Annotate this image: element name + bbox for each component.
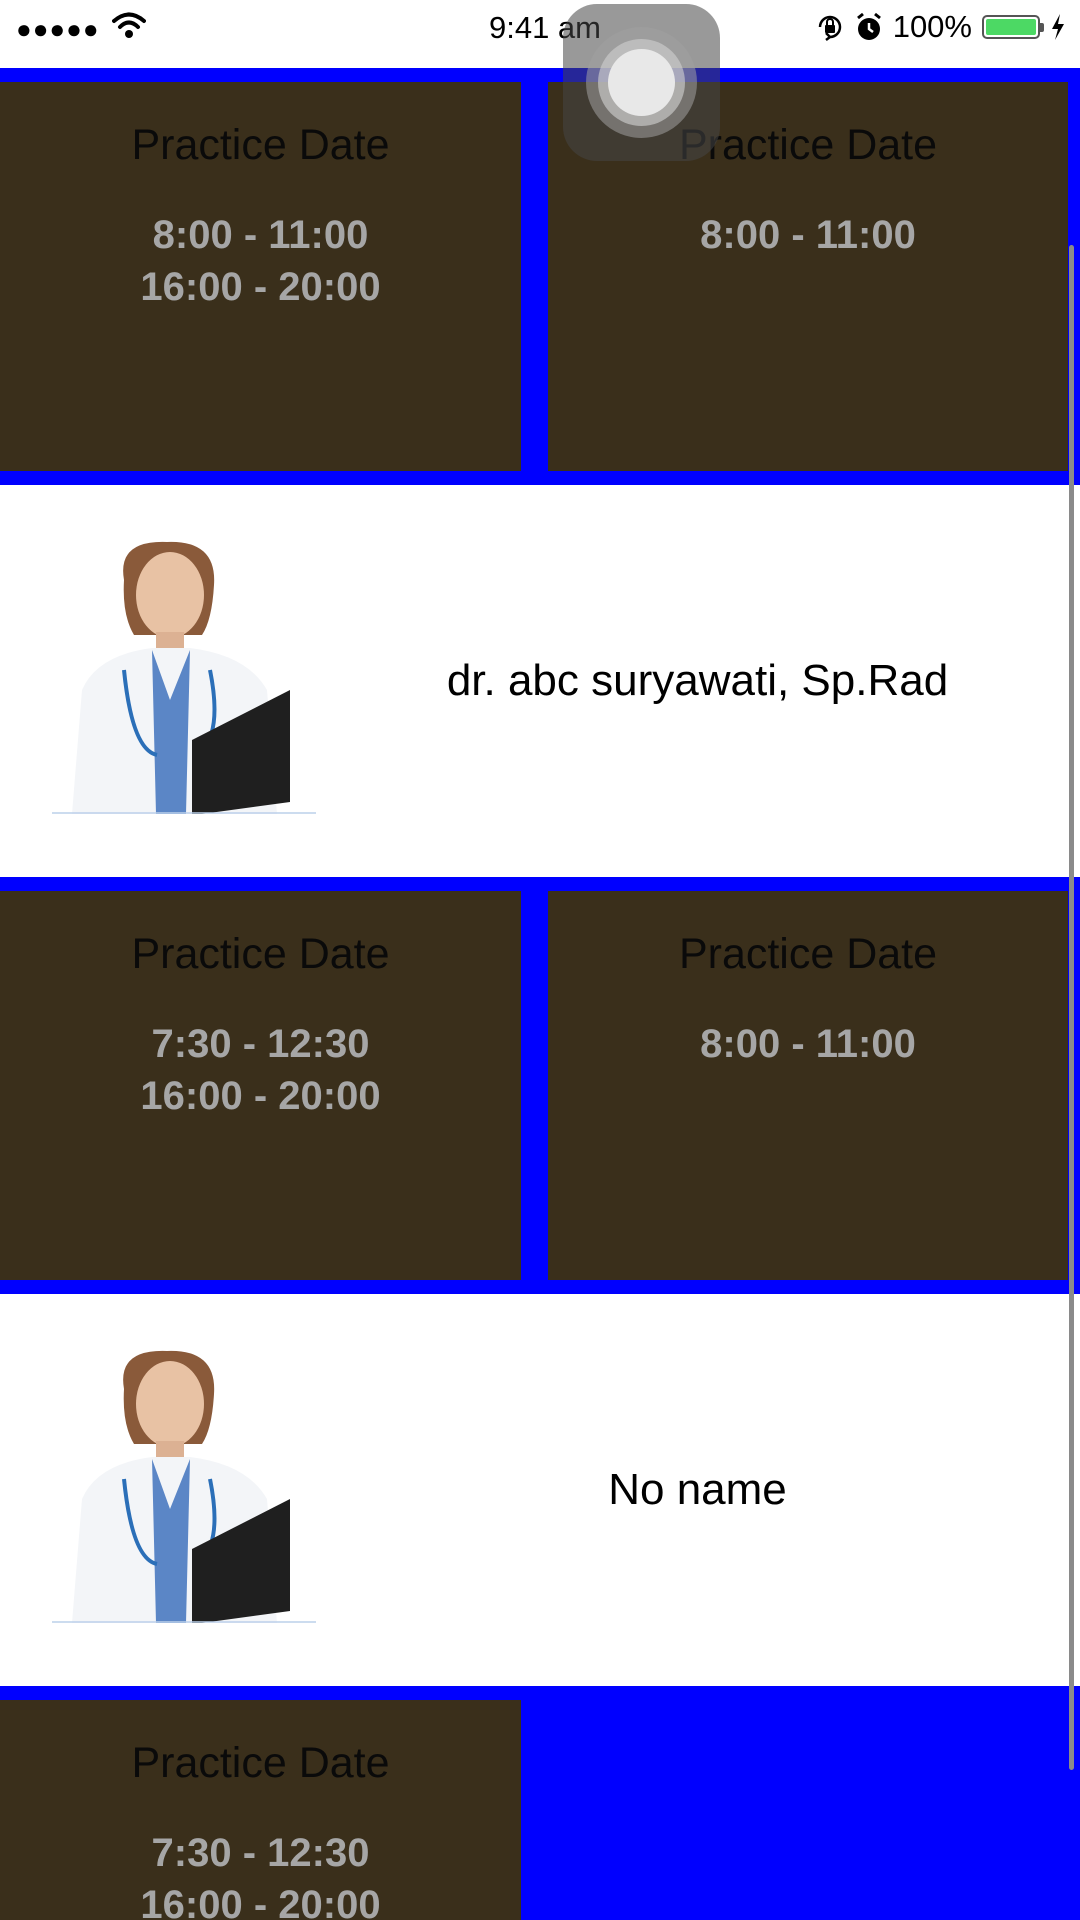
practice-date-title: Practice Date bbox=[131, 1739, 390, 1787]
doctor-name: dr. abc suryawati, Sp.Rad bbox=[446, 656, 949, 705]
alarm-icon bbox=[856, 12, 881, 40]
practice-time: 7:30 - 12:30 bbox=[151, 1831, 370, 1876]
schedule-row: Practice Date 8:00 - 11:00 16:00 - 20:00… bbox=[0, 68, 1080, 485]
practice-card[interactable]: Practice Date 7:30 - 12:30 16:00 - 20:00 bbox=[0, 891, 521, 1280]
rotation-lock-icon bbox=[818, 15, 841, 41]
practice-card[interactable]: Practice Date 8:00 - 11:00 16:00 - 20:00 bbox=[0, 82, 521, 471]
practice-time: 16:00 - 20:00 bbox=[140, 1883, 381, 1920]
practice-date-title: Practice Date bbox=[131, 121, 390, 169]
practice-date-title: Practice Date bbox=[678, 930, 938, 978]
practice-time: 16:00 - 20:00 bbox=[140, 265, 381, 310]
schedule-row: Practice Date 7:30 - 12:30 16:00 - 20:00 bbox=[0, 1686, 1080, 1920]
scroll-indicator[interactable] bbox=[1069, 245, 1074, 1770]
assistive-touch-button[interactable] bbox=[563, 4, 720, 161]
doctor-photo bbox=[52, 1349, 316, 1623]
doctor-row[interactable]: dr. abc suryawati, Sp.Rad bbox=[0, 485, 1080, 877]
doctor-name: No name bbox=[608, 1465, 787, 1514]
practice-time: 8:00 - 11:00 bbox=[700, 213, 916, 258]
practice-time: 16:00 - 20:00 bbox=[140, 1074, 381, 1119]
practice-time: 7:30 - 12:30 bbox=[151, 1022, 370, 1067]
charging-bolt-icon bbox=[1052, 14, 1064, 40]
doctor-row[interactable]: No name bbox=[0, 1294, 1080, 1686]
status-bar: ●●●●● 9:41 am 100% bbox=[0, 0, 1080, 68]
schedule-row: Practice Date 7:30 - 12:30 16:00 - 20:00… bbox=[0, 877, 1080, 1294]
battery-percent: 100% bbox=[892, 9, 972, 44]
practice-card[interactable]: Practice Date 8:00 - 11:00 bbox=[548, 891, 1068, 1280]
battery-fill bbox=[986, 19, 1036, 35]
battery-icon bbox=[982, 15, 1044, 39]
practice-card[interactable]: Practice Date 7:30 - 12:30 16:00 - 20:00 bbox=[0, 1700, 521, 1920]
practice-time: 8:00 - 11:00 bbox=[152, 213, 369, 258]
status-right: 100% bbox=[815, 9, 1066, 44]
practice-time: 8:00 - 11:00 bbox=[700, 1022, 916, 1067]
practice-date-title: Practice Date bbox=[131, 930, 390, 978]
doctor-photo bbox=[52, 540, 316, 814]
